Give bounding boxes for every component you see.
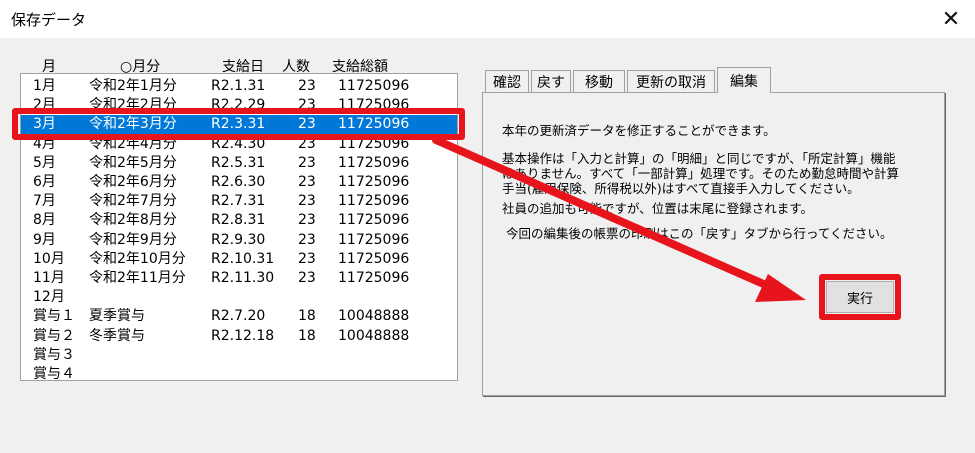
row-total: 10048888 <box>338 308 410 325</box>
tab-edit[interactable]: 編集 <box>717 67 771 93</box>
row-month: 9月 <box>33 231 56 248</box>
row-headcount: 23 <box>298 174 316 190</box>
row-period: 令和2年11月分 <box>89 270 186 286</box>
list-item[interactable]: 賞与４ <box>21 365 457 381</box>
row-month: 5月 <box>33 154 56 171</box>
row-month: 1月 <box>33 78 56 94</box>
row-headcount: 23 <box>298 270 316 286</box>
row-paydate: R2.12.18 <box>211 327 275 344</box>
panel-text-2a: 基本操作は「入力と計算」の「明細」と同じですが、「所定計算」機能 <box>502 151 896 166</box>
row-paydate: R2.7.20 <box>211 308 266 325</box>
row-period: 夏季賞与 <box>89 308 145 325</box>
list-item[interactable]: 1月 令和2年1月分 R2.1.31 23 11725096 <box>21 77 457 96</box>
list-item[interactable]: 5月 令和2年5月分 R2.5.31 23 11725096 <box>21 154 457 173</box>
row-month: 賞与４ <box>33 366 75 381</box>
row-headcount: 23 <box>298 193 316 210</box>
selected-row-annotation <box>12 108 465 140</box>
list-item[interactable]: 8月 令和2年8月分 R2.8.31 23 11725096 <box>21 211 457 230</box>
row-paydate: R2.6.30 <box>211 174 266 190</box>
row-period: 令和2年10月分 <box>89 250 186 267</box>
row-month: 6月 <box>33 174 56 190</box>
tab-cancel-update[interactable]: 更新の取消 <box>627 70 715 92</box>
panel-text-2c: 手当(雇用保険、所得税以外)はすべて直接手入力してください。 <box>502 181 860 196</box>
tab-move[interactable]: 移動 <box>573 70 625 92</box>
list-item[interactable]: 6月 令和2年6月分 R2.6.30 23 11725096 <box>21 173 457 192</box>
edit-tab-panel: 本年の更新済データを修正することができます。 基本操作は「入力と計算」の「明細」… <box>482 92 945 396</box>
row-month: 賞与２ <box>33 327 75 344</box>
row-paydate: R2.9.30 <box>211 231 266 248</box>
row-month: 12月 <box>33 289 65 306</box>
row-month: 8月 <box>33 212 56 229</box>
list-item[interactable]: 12月 <box>21 288 457 307</box>
row-headcount: 23 <box>298 212 316 229</box>
row-paydate: R2.10.31 <box>211 250 275 267</box>
row-period: 令和2年8月分 <box>89 212 177 229</box>
row-month: 賞与１ <box>33 308 75 325</box>
row-total: 11725096 <box>338 231 410 248</box>
row-period: 令和2年6月分 <box>89 174 177 190</box>
row-period: 令和2年9月分 <box>89 231 177 248</box>
row-headcount: 23 <box>298 231 316 248</box>
row-total: 10048888 <box>338 327 410 344</box>
row-paydate: R2.7.31 <box>211 193 266 210</box>
row-period: 令和2年7月分 <box>89 193 177 210</box>
tab-restore[interactable]: 戻す <box>531 70 571 92</box>
row-total: 11725096 <box>338 154 410 171</box>
row-total: 11725096 <box>338 250 410 267</box>
panel-text-2b: はありません。すべて「一部計算」処理です。そのため勤怠時間や計算 <box>502 166 900 181</box>
row-total: 11725096 <box>338 270 410 286</box>
row-month: 11月 <box>33 270 65 286</box>
list-item[interactable]: 賞与２ 冬季賞与 R2.12.18 18 10048888 <box>21 327 457 346</box>
list-item[interactable]: 賞与３ <box>21 346 457 365</box>
list-item[interactable]: 10月 令和2年10月分 R2.10.31 23 11725096 <box>21 250 457 269</box>
panel-text-3: 社員の追加も可能ですが、位置は末尾に登録されます。 <box>502 201 814 216</box>
row-headcount: 23 <box>298 78 316 94</box>
list-item[interactable]: 9月 令和2年9月分 R2.9.30 23 11725096 <box>21 231 457 250</box>
panel-text-1: 本年の更新済データを修正することができます。 <box>502 123 776 138</box>
row-headcount: 23 <box>298 250 316 267</box>
row-headcount: 18 <box>298 308 316 325</box>
row-total: 11725096 <box>338 78 410 94</box>
row-total: 11725096 <box>338 212 410 229</box>
row-period: 冬季賞与 <box>89 327 145 344</box>
row-month: 賞与３ <box>33 346 75 363</box>
row-period: 令和2年5月分 <box>89 154 177 171</box>
row-total: 11725096 <box>338 174 410 190</box>
row-month: 10月 <box>33 250 65 267</box>
window-title: 保存データ <box>11 11 87 29</box>
tab-confirm[interactable]: 確認 <box>485 70 529 92</box>
row-paydate: R2.1.31 <box>211 78 266 94</box>
close-icon[interactable]: ✕ <box>928 0 974 38</box>
row-period: 令和2年1月分 <box>89 78 177 94</box>
panel-text-4: 今回の編集後の帳票の印刷はこの「戻す」タブから行ってください。 <box>506 226 893 241</box>
row-paydate: R2.11.30 <box>211 270 275 286</box>
row-headcount: 23 <box>298 154 316 171</box>
title-bar: 保存データ ✕ <box>0 0 975 38</box>
execute-button-annotation <box>819 274 901 320</box>
row-headcount: 18 <box>298 327 316 344</box>
list-item[interactable]: 7月 令和2年7月分 R2.7.31 23 11725096 <box>21 192 457 211</box>
row-month: 7月 <box>33 193 56 210</box>
row-paydate: R2.8.31 <box>211 212 266 229</box>
row-total: 11725096 <box>338 193 410 210</box>
list-item[interactable]: 11月 令和2年11月分 R2.11.30 23 11725096 <box>21 269 457 288</box>
list-item[interactable]: 賞与１ 夏季賞与 R2.7.20 18 10048888 <box>21 307 457 326</box>
row-paydate: R2.5.31 <box>211 154 266 171</box>
